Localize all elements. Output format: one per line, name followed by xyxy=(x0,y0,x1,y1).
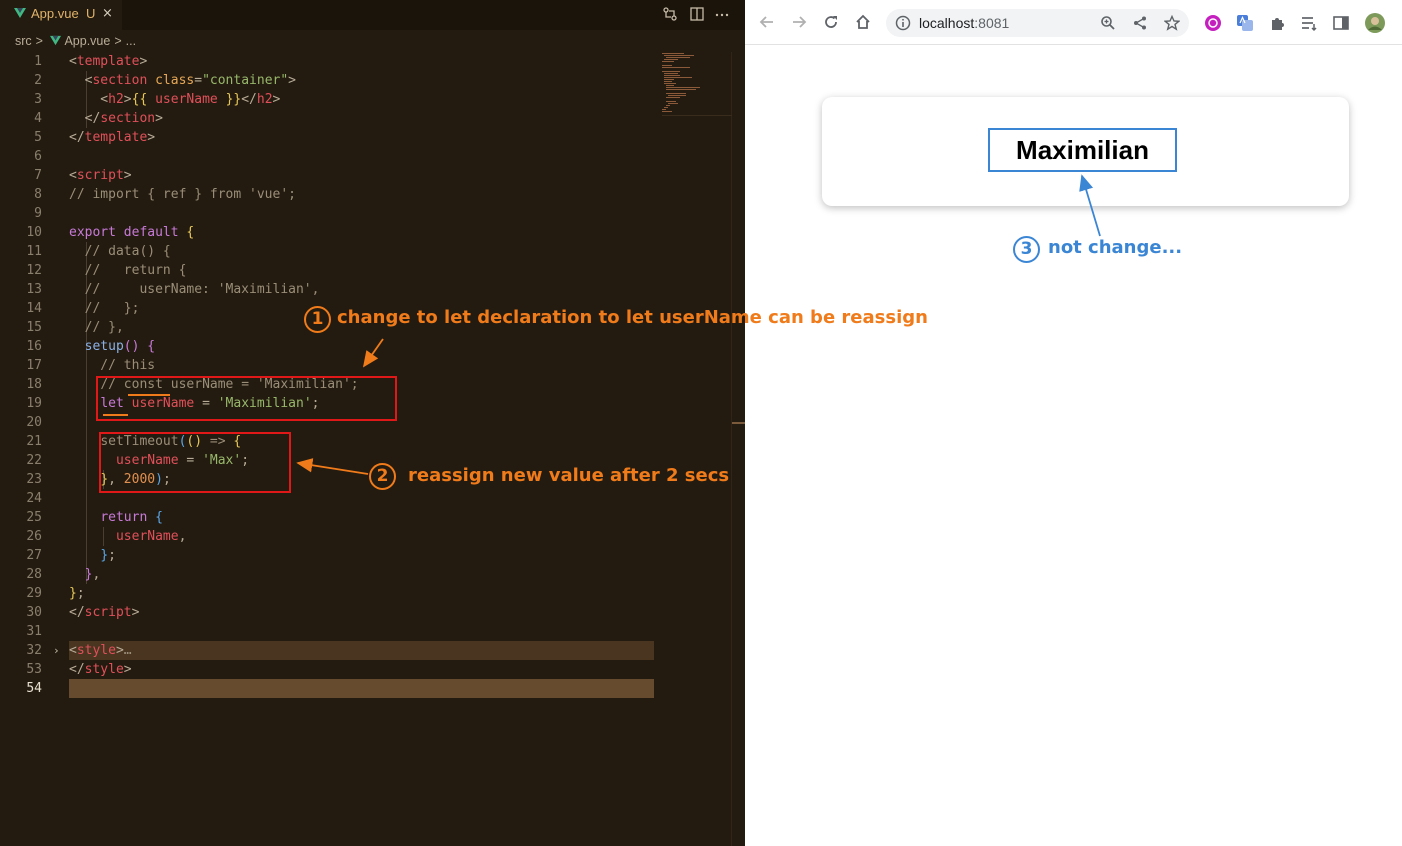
code-editor-pane: App.vue U × src > App.vue >... 1 2 3 4 5… xyxy=(0,0,745,846)
back-arrow-icon[interactable] xyxy=(758,13,776,31)
tab-app-vue[interactable]: App.vue U × xyxy=(0,0,122,30)
url-host: localhost xyxy=(919,15,975,31)
breadcrumb-symbol[interactable]: ... xyxy=(126,34,136,48)
share-icon[interactable] xyxy=(1132,15,1148,31)
code-line: <script> xyxy=(69,168,132,183)
code-line: <section class="container"> xyxy=(69,73,296,88)
forward-arrow-icon[interactable] xyxy=(790,13,808,31)
reading-list-icon[interactable] xyxy=(1300,14,1318,32)
breadcrumb: src > App.vue >... xyxy=(15,34,140,48)
code-line: <style>… xyxy=(69,643,132,658)
code-line: export default { xyxy=(69,225,195,240)
extensions-puzzle-icon[interactable] xyxy=(1268,14,1286,32)
code-line: }; xyxy=(100,548,116,563)
line-number: 31 xyxy=(26,624,42,639)
code-line: // return { xyxy=(69,263,187,278)
code-line: }, xyxy=(84,567,101,582)
tab-close-icon[interactable]: × xyxy=(102,6,113,21)
code-line: let userName = 'Maximilian'; xyxy=(100,396,320,411)
vue-file-icon xyxy=(14,8,26,18)
code-line: <h2>{{ userName }}</h2> xyxy=(69,92,281,107)
url-text: localhost:8081 xyxy=(919,15,1009,31)
code-line: }, 2000); xyxy=(100,472,171,487)
line-number: 6 xyxy=(34,149,42,164)
more-actions-icon[interactable] xyxy=(714,6,730,22)
breadcrumb-separator: > xyxy=(114,34,122,48)
line-number: 54 xyxy=(26,681,42,696)
line-number: 20 xyxy=(26,415,42,430)
browser-toolbar: localhost:8081 xyxy=(745,0,1402,45)
code-line: userName = 'Max'; xyxy=(115,453,250,468)
reload-icon[interactable] xyxy=(822,13,840,31)
user-name-heading: Maximilian xyxy=(988,128,1177,172)
breadcrumb-separator: > xyxy=(35,34,43,48)
code-line: // const userName = 'Maximilian'; xyxy=(100,377,359,392)
translate-icon[interactable] xyxy=(1236,14,1254,32)
editor-tab-bar: App.vue U × xyxy=(0,0,745,30)
code-line: userName, xyxy=(115,529,187,544)
tab-file-name: App.vue xyxy=(31,6,79,21)
home-icon[interactable] xyxy=(854,13,872,31)
zoom-icon[interactable] xyxy=(1100,15,1116,31)
breadcrumb-file[interactable]: App.vue xyxy=(64,34,110,48)
bookmark-star-icon[interactable] xyxy=(1164,15,1180,31)
site-info-icon[interactable] xyxy=(895,15,911,31)
tab-untracked-status: U xyxy=(86,6,96,21)
code-line: setup() { xyxy=(84,339,156,354)
code-line: // this xyxy=(69,358,156,373)
code-line: </style> xyxy=(69,662,132,677)
url-port: :8081 xyxy=(974,15,1010,31)
code-line: // }; xyxy=(69,301,140,316)
breadcrumb-folder[interactable]: src xyxy=(15,34,32,48)
code-line: return { xyxy=(100,510,163,525)
code-line: <template> xyxy=(69,54,148,69)
line-number: 24 xyxy=(26,491,42,506)
code-line: // import { ref } from 'vue'; xyxy=(69,187,296,202)
side-panel-icon[interactable] xyxy=(1332,14,1350,32)
code-line: // userName: 'Maximilian', xyxy=(69,282,320,297)
code-line: // data() { xyxy=(69,244,171,259)
extension-badge-icon[interactable] xyxy=(1204,14,1222,32)
current-line-highlight xyxy=(69,679,654,698)
code-line: // }, xyxy=(69,320,124,335)
split-editor-icon[interactable] xyxy=(689,6,705,22)
code-line: </section> xyxy=(69,111,163,126)
vue-file-icon xyxy=(50,35,62,46)
code-line: </template> xyxy=(69,130,156,145)
code-line: </script> xyxy=(69,605,140,620)
browser-window: localhost:8081 Maximilian xyxy=(745,0,1402,846)
code-line: setTimeout(() => { xyxy=(100,434,242,449)
line-number: 9 xyxy=(34,206,42,221)
profile-avatar[interactable] xyxy=(1364,12,1386,34)
app-container-card: Maximilian xyxy=(822,97,1349,206)
open-changes-icon[interactable] xyxy=(662,6,678,22)
code-line: }; xyxy=(69,586,85,601)
